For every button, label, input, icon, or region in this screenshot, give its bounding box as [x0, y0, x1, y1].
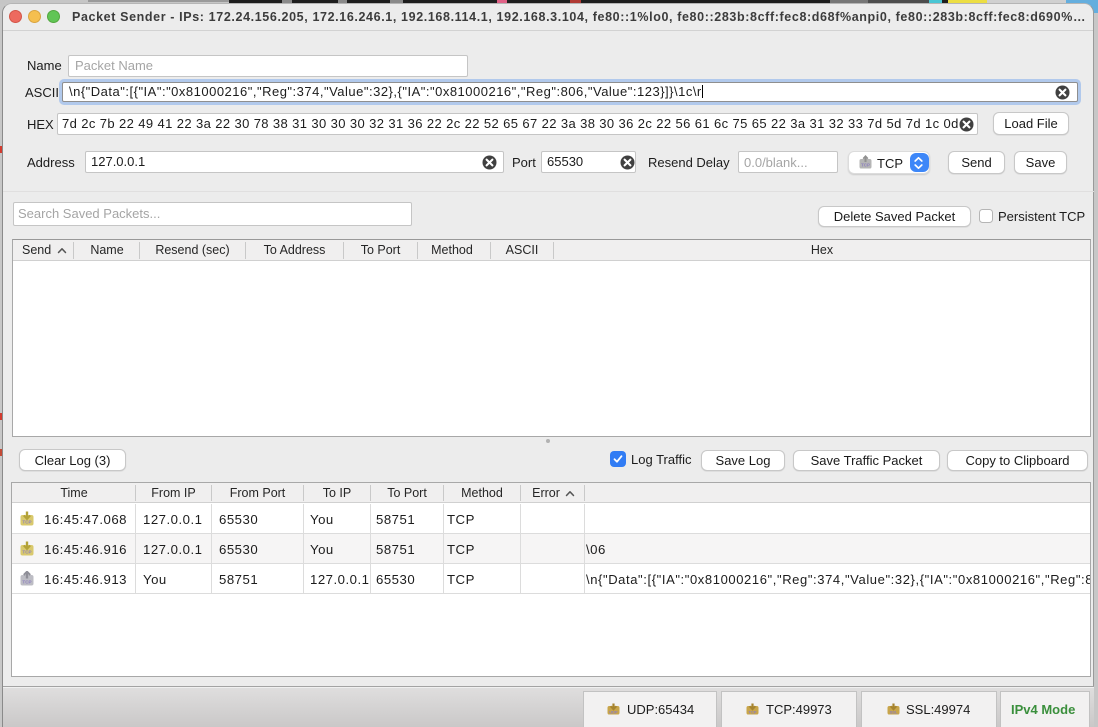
- svg-text:TCP: TCP: [22, 550, 31, 555]
- svg-text:SSL: SSL: [890, 709, 898, 714]
- svg-text:TCP: TCP: [749, 709, 757, 714]
- svg-text:TCP: TCP: [22, 580, 31, 585]
- svg-text:TCP: TCP: [861, 163, 870, 168]
- svg-text:UDP: UDP: [609, 709, 618, 714]
- svg-text:TCP: TCP: [22, 520, 31, 525]
